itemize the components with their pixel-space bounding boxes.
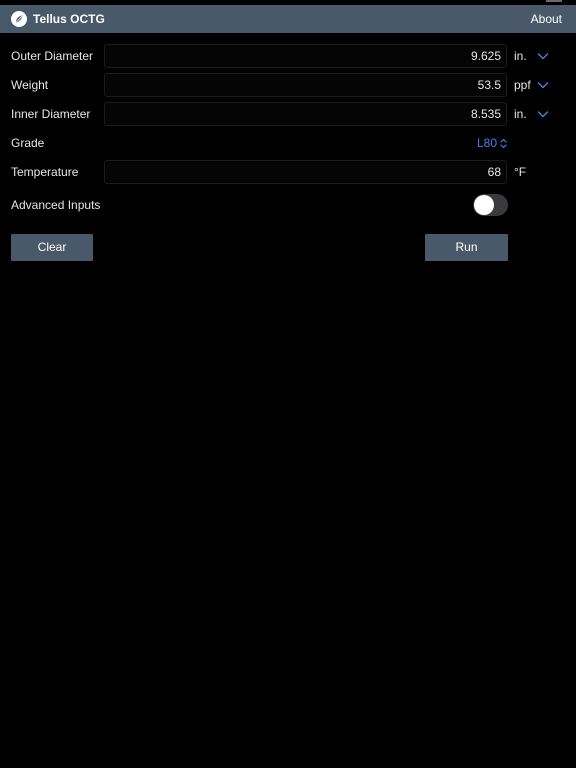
grade-picker[interactable]: L80 [477,131,507,155]
advanced-inputs-toggle[interactable] [473,194,508,216]
inner-diameter-row: Inner Diameter 8.535 in. [0,102,576,126]
grade-label: Grade [11,136,45,150]
temperature-label: Temperature [11,165,79,179]
app-title: Tellus OCTG [33,12,105,26]
toggle-knob [474,195,494,215]
weight-label: Weight [11,78,49,92]
inner-diameter-unit: in. [514,107,527,121]
temperature-input[interactable]: 68 [104,160,507,184]
chevron-down-icon[interactable] [537,79,549,91]
advanced-inputs-label: Advanced Inputs [11,198,101,212]
weight-input[interactable]: 53.5 [104,73,507,97]
about-button[interactable]: About [531,12,562,26]
weight-unit: ppf [514,78,531,92]
grade-value: L80 [476,136,497,150]
grade-row: Grade L80 [0,131,576,155]
temperature-unit: °F [514,165,527,179]
status-indicator [546,0,562,2]
advanced-inputs-row: Advanced Inputs [0,193,576,217]
outer-diameter-input[interactable]: 9.625 [104,44,507,68]
nav-bar: Tellus OCTG About [0,5,576,33]
outer-diameter-row: Outer Diameter 9.625 in. [0,44,576,68]
inner-diameter-input[interactable]: 8.535 [104,102,507,126]
chevron-down-icon[interactable] [537,50,549,62]
outer-diameter-label: Outer Diameter [11,49,94,63]
leaf-icon [11,11,27,27]
clear-button[interactable]: Clear [11,234,93,261]
temperature-row: Temperature 68 °F [0,160,576,184]
inner-diameter-label: Inner Diameter [11,107,91,121]
weight-row: Weight 53.5 ppf [0,73,576,97]
run-button[interactable]: Run [425,234,508,261]
chevron-up-down-icon [500,138,507,148]
chevron-down-icon[interactable] [537,108,549,120]
outer-diameter-unit: in. [514,49,527,63]
